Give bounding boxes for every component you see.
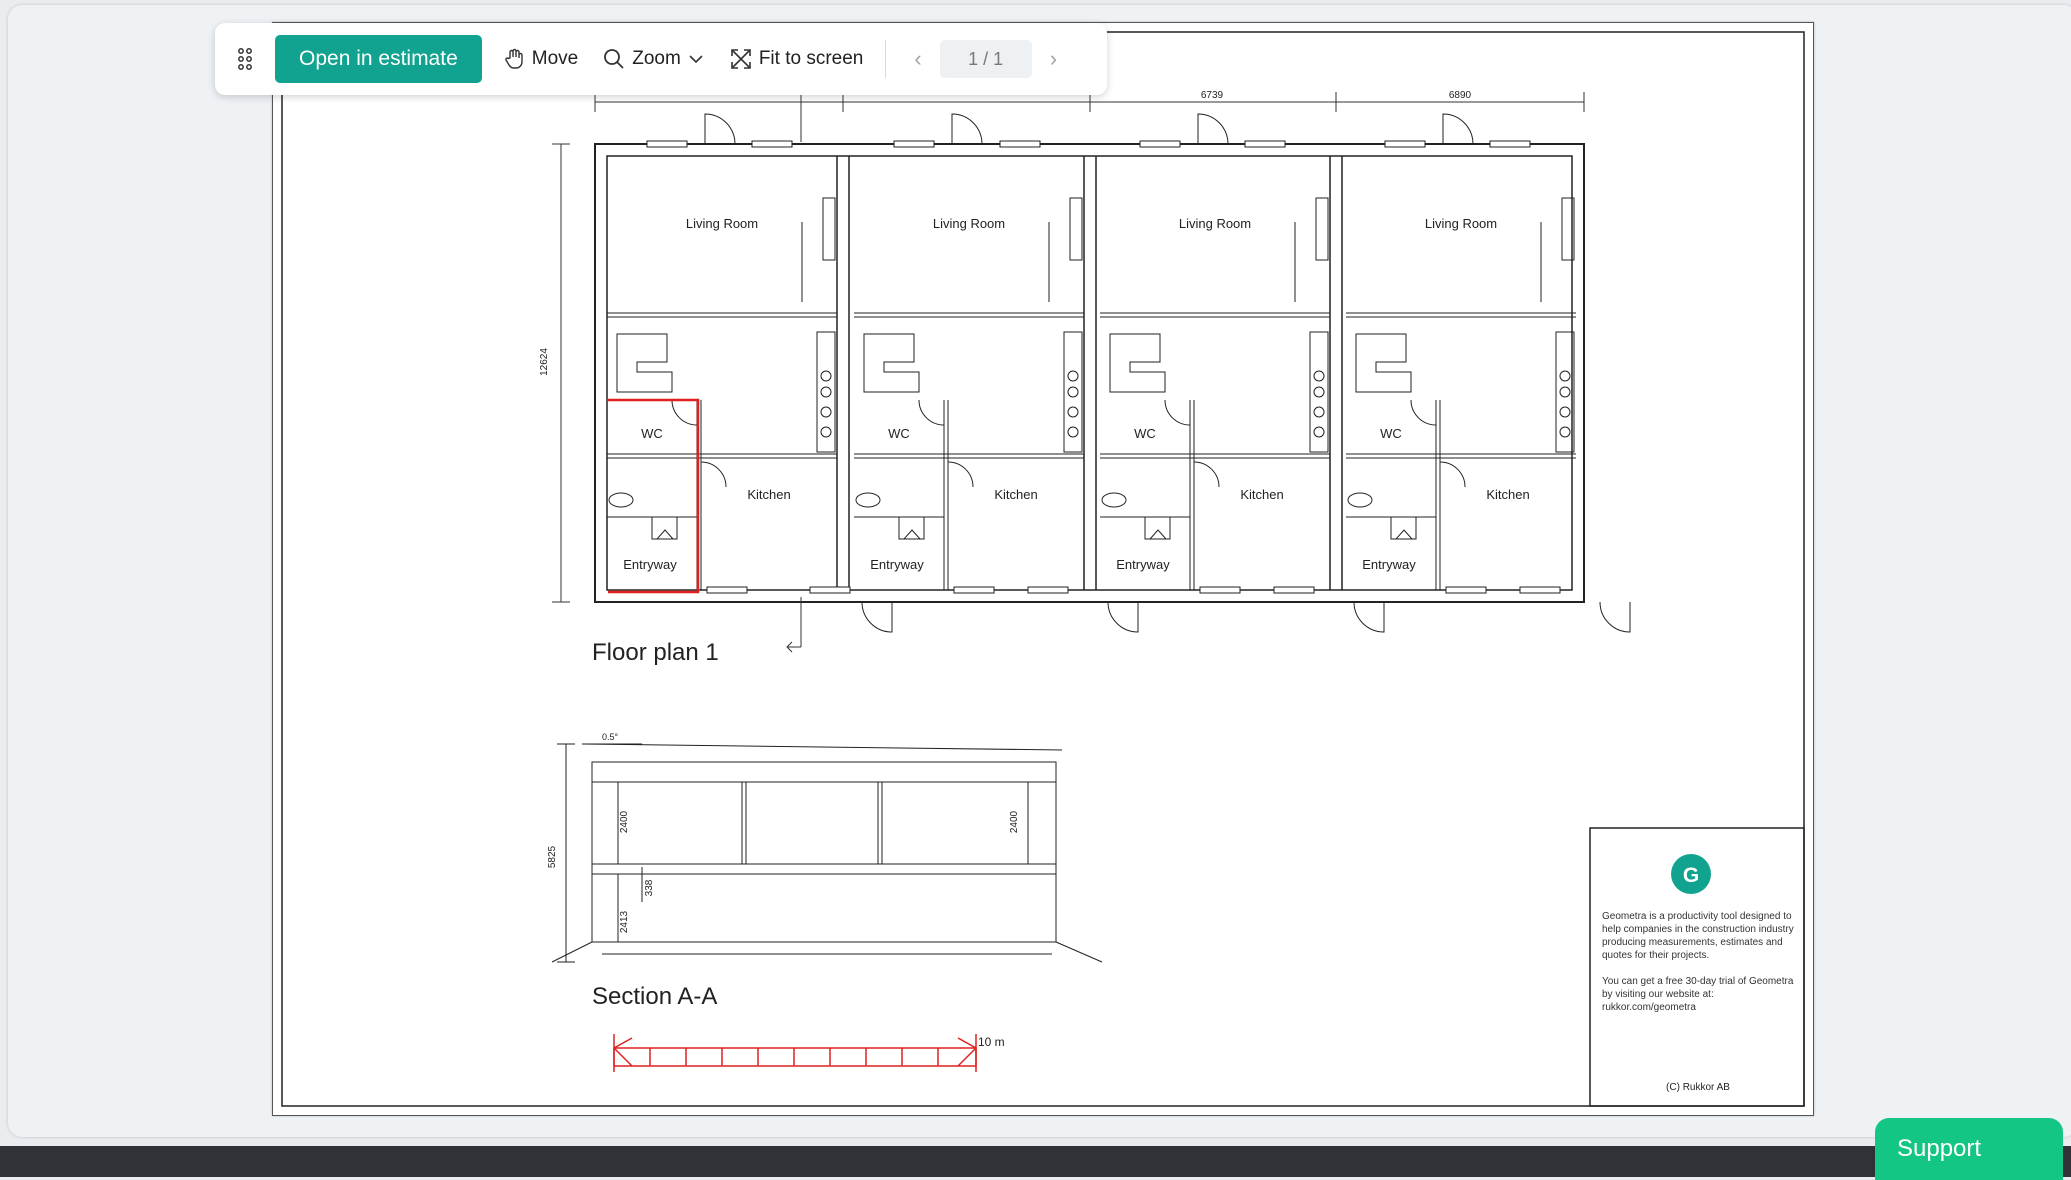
floor-plan-title: Floor plan 1 xyxy=(592,639,719,666)
room-entryway: Entryway xyxy=(1116,557,1170,572)
room-living: Living Room xyxy=(933,216,1005,231)
room-wc: WC xyxy=(1380,426,1402,441)
section-height: 5825 xyxy=(547,845,558,868)
section-dim-h3: 338 xyxy=(644,879,655,896)
room-living: Living Room xyxy=(1179,216,1251,231)
dimension-top-4: 6890 xyxy=(1449,90,1472,101)
chevron-right-icon[interactable]: › xyxy=(1032,46,1075,72)
apartment-unit: Living Room WC Kitchen Entryway xyxy=(854,197,1084,590)
room-entryway: Entryway xyxy=(870,557,924,572)
room-kitchen: Kitchen xyxy=(1240,487,1283,502)
drawing-sheet[interactable]: 6739 6890 12624 Living Room WC Kitchen Entr… xyxy=(272,22,1814,1116)
chevron-down-icon xyxy=(689,55,703,64)
room-living: Living Room xyxy=(1425,216,1497,231)
move-label: Move xyxy=(531,48,579,69)
info-text-1: Geometra is a productivity tool designed… xyxy=(1602,911,1794,961)
room-kitchen: Kitchen xyxy=(747,487,790,502)
dimension-top-3: 6739 xyxy=(1201,90,1224,101)
section-title: Section A-A xyxy=(592,983,717,1010)
zoom-label: Zoom xyxy=(632,48,681,69)
chevron-left-icon[interactable]: ‹ xyxy=(896,46,939,72)
apartment-unit: Living Room WC Kitchen Entryway xyxy=(1346,197,1576,590)
bottom-bar xyxy=(0,1146,2071,1177)
search-icon xyxy=(604,49,624,69)
apartment-unit: Living Room WC Kitchen Entryway xyxy=(1100,197,1330,590)
room-living: Living Room xyxy=(686,216,758,231)
room-wc: WC xyxy=(1134,426,1156,441)
scale-label: 10 m xyxy=(978,1035,1005,1049)
section-dim-h1: 2400 xyxy=(619,810,630,833)
move-tool[interactable]: Move xyxy=(490,35,590,83)
logo-letter: G xyxy=(1683,864,1699,887)
floor-plan-drawing: 6739 6890 12624 Living Room WC Kitchen Entr… xyxy=(272,22,1814,1116)
toolbar-divider xyxy=(885,40,887,78)
copyright: (C) Rukkor AB xyxy=(1666,1082,1730,1093)
fit-label: Fit to screen xyxy=(758,48,864,69)
section-slope: 0.5° xyxy=(602,732,619,742)
support-button[interactable]: Support xyxy=(1875,1118,2063,1180)
hand-icon xyxy=(505,48,523,69)
section-dim-h2: 2400 xyxy=(1009,810,1020,833)
section-dim-h4: 2413 xyxy=(619,910,630,933)
document-viewer[interactable]: 6739 6890 12624 Living Room WC Kitchen Entr… xyxy=(8,5,2071,1137)
apartment-unit: Living Room WC Kitchen Entryway xyxy=(607,197,837,590)
room-entryway: Entryway xyxy=(623,557,677,572)
room-entryway: Entryway xyxy=(1362,557,1416,572)
room-wc: WC xyxy=(888,426,910,441)
zoom-dropdown[interactable]: Zoom xyxy=(590,35,717,83)
room-wc: WC xyxy=(641,426,663,441)
room-kitchen: Kitchen xyxy=(1486,487,1529,502)
info-text-2: You can get a free 30-day trial of Geome… xyxy=(1602,976,1794,1013)
expand-icon xyxy=(731,49,751,69)
fit-to-screen-button[interactable]: Fit to screen xyxy=(717,35,876,83)
open-in-estimate-button[interactable]: Open in estimate xyxy=(275,35,482,83)
dimension-left: 12624 xyxy=(539,348,550,376)
scale-bar xyxy=(613,1034,977,1072)
viewer-toolbar: Open in estimate Move Zoom Fit to screen… xyxy=(215,23,1107,95)
page-indicator[interactable]: 1 / 1 xyxy=(939,40,1032,78)
room-kitchen: Kitchen xyxy=(994,487,1037,502)
grip-dots-icon[interactable] xyxy=(215,23,275,95)
section-drawing xyxy=(551,743,1103,963)
